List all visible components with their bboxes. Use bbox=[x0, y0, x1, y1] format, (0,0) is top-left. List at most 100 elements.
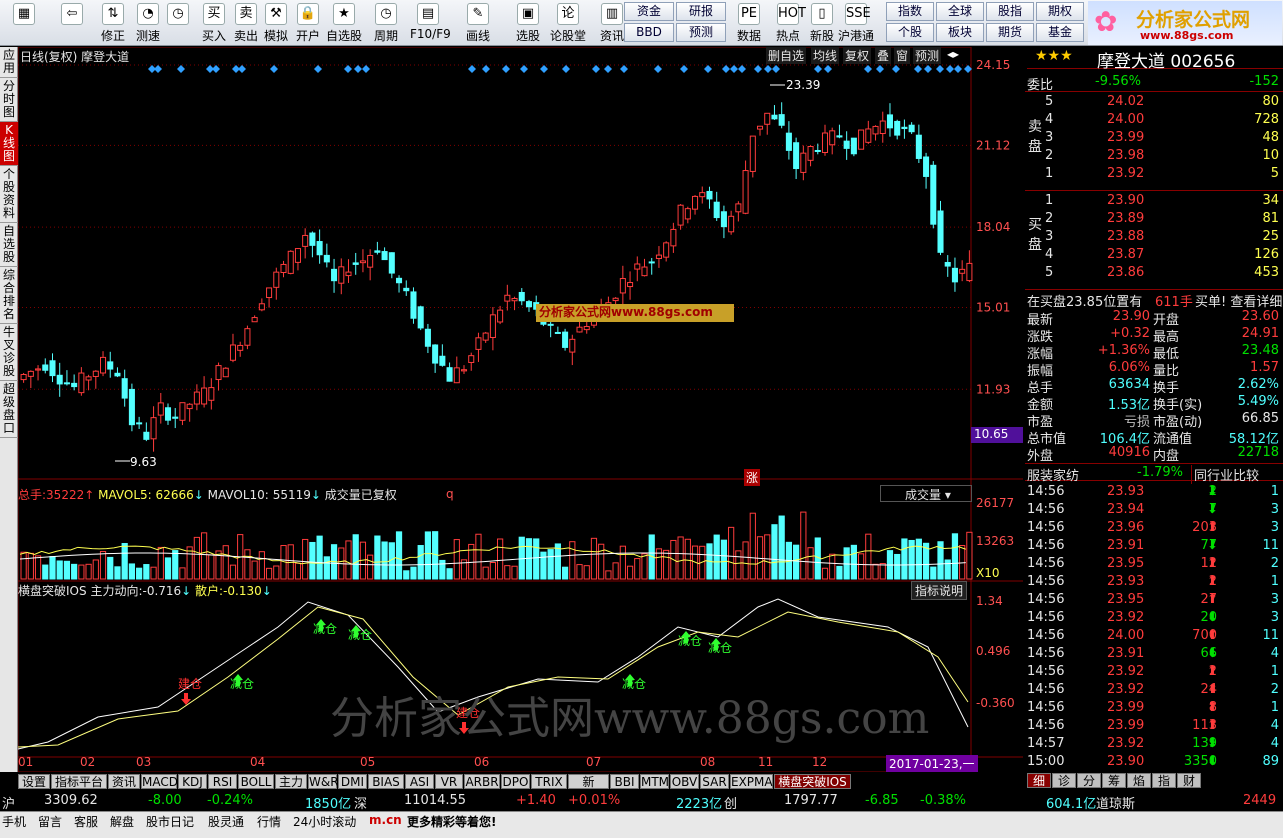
vtab-7[interactable]: 超级盘口 bbox=[0, 381, 18, 438]
quick-button-2[interactable]: BBD bbox=[624, 23, 674, 42]
indicator-tab-17[interactable]: BBI bbox=[610, 774, 639, 789]
indicator-tab-16[interactable]: 新DMA bbox=[568, 774, 609, 803]
quick-button-1[interactable]: 研报 bbox=[676, 2, 726, 21]
zhang-mark: 涨 bbox=[744, 469, 761, 486]
toolbar-button-论股堂[interactable]: 论论股堂 bbox=[550, 2, 586, 44]
toolbar-button-周期[interactable]: ◷ 周期 bbox=[368, 2, 404, 44]
volume-bar bbox=[930, 566, 937, 580]
status-item-2[interactable]: 客服 bbox=[74, 813, 98, 830]
candle-body bbox=[99, 356, 107, 374]
vtab-2[interactable]: K线图 bbox=[0, 122, 18, 166]
toolbar-button-自选股[interactable]: ★ 自选股 bbox=[326, 2, 362, 44]
chart-menu-5[interactable]: 预测 bbox=[913, 47, 942, 64]
vtab-1[interactable]: 分时图 bbox=[0, 78, 18, 122]
toolbar-button-热点[interactable]: HOT 热点 bbox=[770, 2, 806, 44]
chart-menu-arrows[interactable]: ◂▸ bbox=[947, 47, 959, 61]
toolbar-button-模拟[interactable]: ⚒ 模拟 bbox=[258, 2, 294, 44]
indicator-tab-3[interactable]: MACD bbox=[141, 774, 178, 789]
toolbar-button-clock[interactable]: ◷ bbox=[160, 2, 196, 44]
indicator-tab-20[interactable]: SAR bbox=[700, 774, 729, 789]
indicator-tab-6[interactable]: BOLL bbox=[238, 774, 274, 789]
indicator-tab-22[interactable]: 横盘突破IOS bbox=[774, 774, 851, 789]
status-item-6[interactable]: 行情 bbox=[257, 813, 281, 830]
toolbar-button-home[interactable]: ▦ bbox=[4, 2, 44, 44]
vtab-0[interactable]: 应用 bbox=[0, 47, 18, 78]
toolbar-button-沪港通[interactable]: SSE 沪港通 bbox=[838, 2, 874, 44]
quote-tab-3[interactable]: 筹 bbox=[1102, 773, 1126, 788]
indicator-tab-11[interactable]: ASI bbox=[405, 774, 434, 789]
quick-button-10[interactable]: 期货 bbox=[986, 23, 1034, 42]
indicator-help-button[interactable]: 指标说明 bbox=[911, 581, 968, 600]
signal-diamond bbox=[824, 65, 832, 73]
indicator-tab-0[interactable]: 设置 bbox=[18, 774, 50, 789]
quote-tab-1[interactable]: 诊 bbox=[1052, 773, 1076, 788]
indicator-tab-2[interactable]: 资讯 bbox=[108, 774, 140, 789]
indicator-tab-1[interactable]: 指标平台 bbox=[51, 774, 107, 789]
indicator-tab-7[interactable]: 主力 bbox=[275, 774, 307, 789]
compare-button[interactable]: 同行业比较 bbox=[1191, 465, 1259, 484]
indicator-tab-10[interactable]: BIAS bbox=[368, 774, 404, 789]
vtab-6[interactable]: 牛叉诊股 bbox=[0, 324, 18, 381]
index-sh-amt: 1850亿 bbox=[305, 797, 352, 812]
status-item-7[interactable]: 24小时滚动 bbox=[293, 813, 356, 830]
volume-select[interactable]: 成交量 ▾ bbox=[880, 485, 972, 502]
toolbar-button-back[interactable]: ⇦ bbox=[52, 2, 92, 44]
status-item-9[interactable]: 更多精彩等着您! bbox=[407, 813, 496, 830]
chart-menu-1[interactable]: 均线 bbox=[811, 47, 840, 64]
bid-price: 23.87 bbox=[1107, 247, 1145, 262]
toolbar-button-F10/F9[interactable]: ▤ F10/F9 bbox=[410, 2, 451, 44]
quick-button-8[interactable]: 个股 bbox=[886, 23, 934, 42]
indicator-tab-15[interactable]: TRIX bbox=[531, 774, 567, 789]
chart-menu-2[interactable]: 复权 bbox=[843, 47, 872, 64]
status-item-1[interactable]: 留言 bbox=[38, 813, 62, 830]
status-item-3[interactable]: 解盘 bbox=[110, 813, 134, 830]
quick-button-7[interactable]: 期权 bbox=[1036, 2, 1084, 21]
quick-button-4[interactable]: 指数 bbox=[886, 2, 934, 21]
vtab-5[interactable]: 综合排名 bbox=[0, 267, 18, 324]
quick-button-6[interactable]: 股指 bbox=[986, 2, 1034, 21]
quick-button-0[interactable]: 资金 bbox=[624, 2, 674, 21]
quick-button-9[interactable]: 板块 bbox=[936, 23, 984, 42]
status-item-0[interactable]: 手机 bbox=[2, 813, 26, 830]
indicator-tab-9[interactable]: DMI bbox=[338, 774, 367, 789]
indicator-tab-4[interactable]: KDJ bbox=[178, 774, 207, 789]
vtab-4[interactable]: 自选股 bbox=[0, 223, 18, 267]
indicator-tab-14[interactable]: DPO bbox=[501, 774, 530, 789]
quote-tab-6[interactable]: 财 bbox=[1177, 773, 1201, 788]
toolbar-button-买入[interactable]: 买买入 bbox=[196, 2, 232, 44]
candle-body bbox=[793, 142, 800, 170]
quick-button-3[interactable]: 预测 bbox=[676, 23, 726, 42]
candle-body bbox=[525, 301, 533, 308]
indicator-tab-13[interactable]: ARBR bbox=[464, 774, 500, 789]
chart-menu-0[interactable]: 删自选 bbox=[766, 47, 807, 64]
quick-button-5[interactable]: 全球 bbox=[936, 2, 984, 21]
toolbar-button-开户[interactable]: 🔒 开户 bbox=[290, 2, 326, 44]
vol-note: 成交量已复权 bbox=[324, 488, 397, 502]
status-item-5[interactable]: 股灵通 bbox=[208, 813, 244, 830]
toolbar-button-数据[interactable]: PE 数据 bbox=[731, 2, 767, 44]
toolbar-button-新股[interactable]: ▯ 新股 bbox=[804, 2, 840, 44]
vtab-3[interactable]: 个股资料 bbox=[0, 166, 18, 223]
indicator-tab-8[interactable]: W&R bbox=[308, 774, 339, 789]
chart-menu-3[interactable]: 叠 bbox=[875, 47, 892, 64]
quick-button-11[interactable]: 基金 bbox=[1036, 23, 1084, 42]
indicator-tab-18[interactable]: MTM bbox=[640, 774, 669, 789]
indicator-tab-12[interactable]: VR bbox=[435, 774, 463, 789]
toolbar-button-修正[interactable]: ⇅ 修正 bbox=[95, 2, 131, 44]
toolbar-button-画线[interactable]: ✎ 画线 bbox=[460, 2, 496, 44]
toolbar-button-选股[interactable]: ▣ 选股 bbox=[510, 2, 546, 44]
indicator-tab-5[interactable]: RSI bbox=[208, 774, 237, 789]
quote-tab-4[interactable]: 焰 bbox=[1127, 773, 1151, 788]
quote-tab-2[interactable]: 分 bbox=[1077, 773, 1101, 788]
status-item-8[interactable]: m.cn bbox=[369, 813, 402, 827]
tick-price: 24.00 bbox=[1107, 628, 1145, 643]
chart-menu-4[interactable]: 窗 bbox=[894, 47, 911, 64]
tick-row: 14:56 23.99 113 4 ⬆ bbox=[1025, 717, 1283, 735]
kline-chart-area[interactable]: 24.15 21.12 18.04 15.01 11.93 26177 13263 X10 1.… bbox=[18, 47, 1023, 772]
status-item-4[interactable]: 股市日记 bbox=[146, 813, 194, 830]
indicator-tab-21[interactable]: EXPMA bbox=[730, 774, 773, 789]
volume-bar bbox=[684, 538, 691, 580]
indicator-tab-19[interactable]: OBV bbox=[670, 774, 699, 789]
quote-tab-0[interactable]: 细 bbox=[1027, 773, 1051, 788]
quote-tab-5[interactable]: 指 bbox=[1152, 773, 1176, 788]
